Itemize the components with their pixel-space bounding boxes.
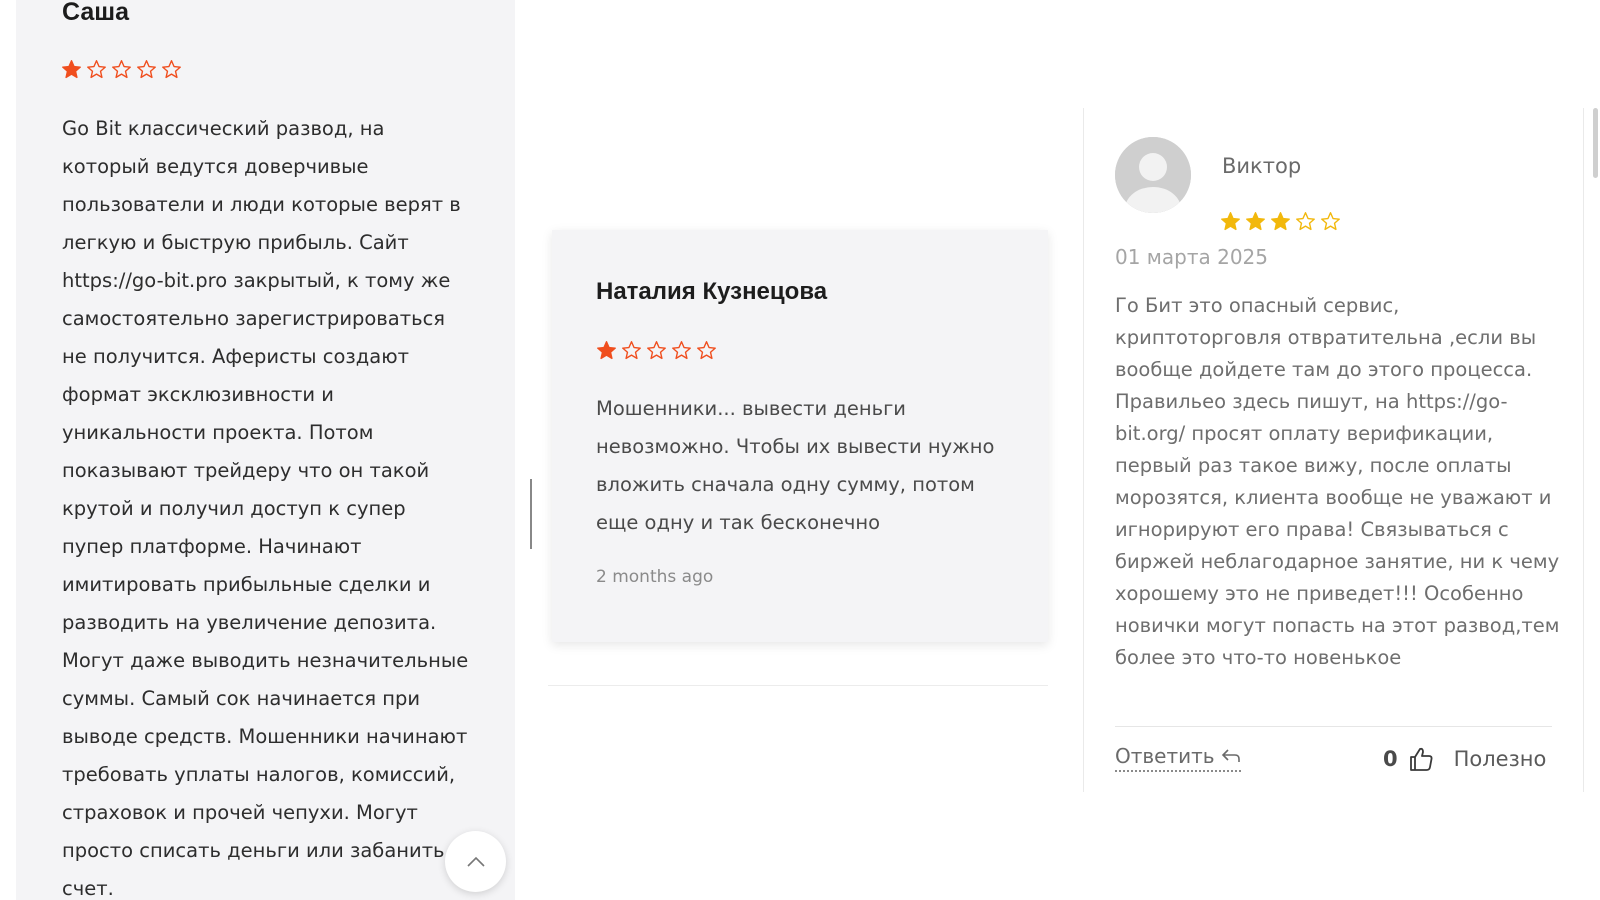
star-filled-icon bbox=[62, 60, 81, 79]
reply-button[interactable]: Ответить bbox=[1115, 744, 1241, 772]
star-empty-icon bbox=[672, 341, 691, 360]
star-filled-icon bbox=[597, 341, 616, 360]
star-empty-icon bbox=[697, 341, 716, 360]
review-text: Го Бит это опасный сервис, криптоторговл… bbox=[1115, 294, 1560, 669]
star-empty-icon bbox=[1296, 212, 1315, 231]
review-card-natalia: Наталия Кузнецова Мошенники... вывести д… bbox=[552, 230, 1048, 642]
divider bbox=[548, 685, 1048, 686]
helpful-votes: 0 Полезно bbox=[1383, 746, 1546, 772]
rating-stars bbox=[1220, 211, 1341, 232]
scrollbar[interactable] bbox=[1593, 108, 1598, 178]
review-author: Виктор bbox=[1222, 154, 1302, 178]
star-filled-icon bbox=[1246, 212, 1265, 231]
divider bbox=[530, 479, 532, 549]
review-text: Мошенники... вывести деньги невозможно. … bbox=[596, 397, 995, 534]
review-card-sasha: Саша Go Bit классический развод, на кото… bbox=[16, 0, 515, 900]
reply-arrow-icon bbox=[1221, 749, 1240, 762]
divider bbox=[1115, 726, 1552, 727]
chevron-up-icon bbox=[466, 856, 485, 867]
reply-label: Ответить bbox=[1115, 744, 1215, 768]
divider bbox=[1583, 108, 1584, 792]
user-placeholder-icon bbox=[1115, 137, 1191, 213]
star-empty-icon bbox=[1321, 212, 1340, 231]
star-empty-icon bbox=[137, 60, 156, 79]
scroll-to-top-button[interactable] bbox=[445, 831, 506, 892]
rating-stars bbox=[61, 59, 182, 80]
thumbs-up-icon[interactable] bbox=[1408, 746, 1434, 772]
star-empty-icon bbox=[647, 341, 666, 360]
review-author: Саша bbox=[62, 0, 130, 26]
review-text: Go Bit классический развод, на который в… bbox=[62, 117, 469, 900]
avatar bbox=[1115, 137, 1191, 213]
review-date: 01 марта 2025 bbox=[1115, 245, 1269, 269]
review-time-ago: 2 months ago bbox=[596, 567, 714, 587]
star-filled-icon bbox=[1221, 212, 1240, 231]
star-empty-icon bbox=[622, 341, 641, 360]
star-empty-icon bbox=[162, 60, 181, 79]
star-empty-icon bbox=[112, 60, 131, 79]
review-author: Наталия Кузнецова bbox=[596, 278, 828, 305]
useful-label[interactable]: Полезно bbox=[1454, 747, 1547, 771]
likes-count: 0 bbox=[1383, 747, 1398, 771]
divider bbox=[1083, 108, 1084, 792]
star-filled-icon bbox=[1271, 212, 1290, 231]
star-empty-icon bbox=[87, 60, 106, 79]
rating-stars bbox=[596, 340, 717, 361]
